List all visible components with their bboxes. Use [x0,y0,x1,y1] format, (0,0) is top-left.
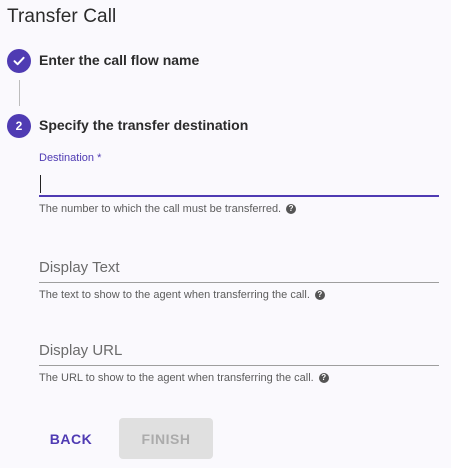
display-text-field: Display Text The text to show to the age… [39,249,439,301]
transfer-call-page: Transfer Call Enter the call flow name 2… [0,0,451,468]
display-url-field: Display URL The URL to show to the agent… [39,332,439,384]
display-url-helper-text: The URL to show to the agent when transf… [39,372,314,384]
destination-input[interactable] [39,165,439,197]
display-text-label: Display Text [39,259,120,276]
display-text-helper-text: The text to show to the agent when trans… [39,289,310,301]
step-2-label: Specify the transfer destination [39,117,249,133]
step-1-label[interactable]: Enter the call flow name [39,52,199,68]
help-icon[interactable]: ? [314,290,325,300]
page-title: Transfer Call [7,6,117,27]
destination-field: Destination * The number to which the ca… [39,151,439,215]
display-url-input[interactable]: Display URL [39,332,439,366]
help-icon[interactable]: ? [318,373,329,383]
back-button[interactable]: BACK [39,418,103,459]
step-1-completed-indicator[interactable] [7,49,31,73]
step-connector [19,80,20,106]
step-2-number-indicator: 2 [7,114,31,138]
display-url-label: Display URL [39,342,123,359]
display-text-input[interactable]: Display Text [39,249,439,283]
help-icon[interactable]: ? [286,204,297,214]
destination-helper-text: The number to which the call must be tra… [39,203,282,215]
display-url-helper: The URL to show to the agent when transf… [39,372,439,384]
text-caret [40,175,41,193]
destination-helper: The number to which the call must be tra… [39,203,439,215]
display-text-helper: The text to show to the agent when trans… [39,289,439,301]
destination-label: Destination * [39,152,102,164]
finish-button[interactable]: FINISH [119,418,213,459]
check-icon [12,54,26,68]
